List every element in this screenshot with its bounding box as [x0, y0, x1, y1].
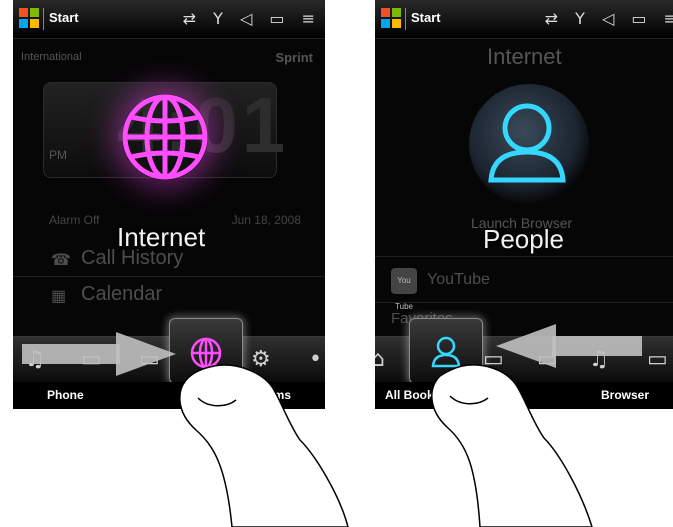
swipe-left-arrow-icon [496, 324, 642, 368]
finger-hand-icon [179, 364, 349, 527]
swipe-right-arrow-icon [22, 332, 176, 376]
finger-hand-icon [431, 364, 593, 527]
gesture-overlay [22, 324, 642, 527]
